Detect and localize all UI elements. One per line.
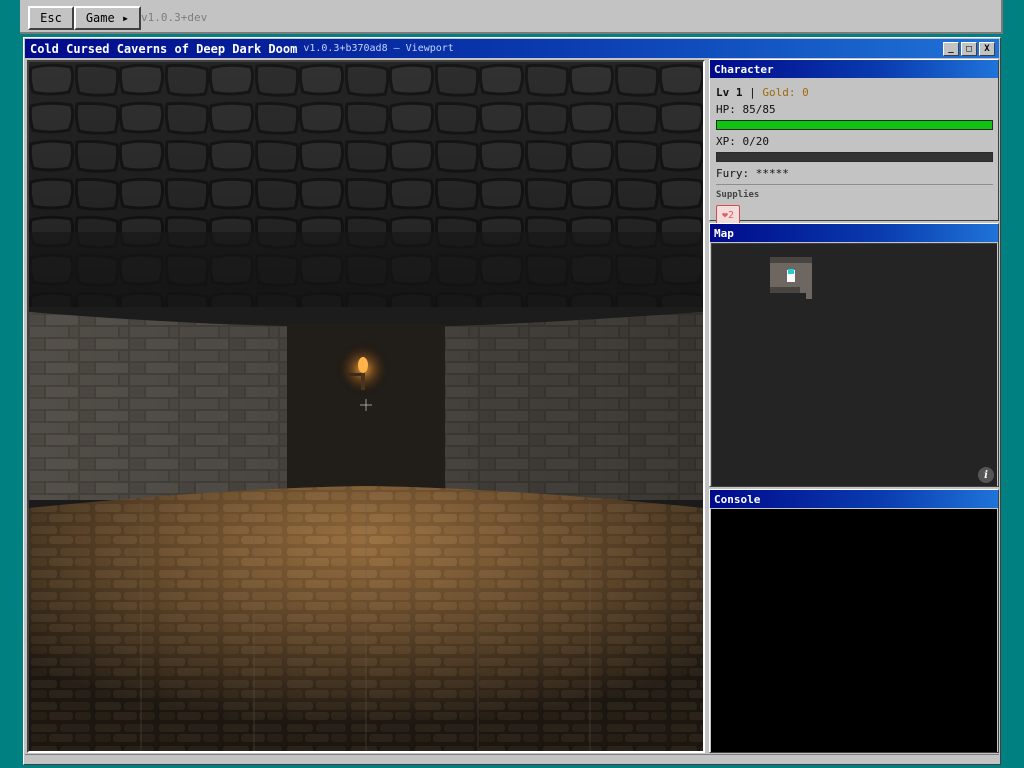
close-button[interactable]: X — [979, 42, 995, 56]
hp-bar-fill — [717, 121, 992, 129]
level-gold-row: Lv 1 | Gold: 0 — [716, 84, 992, 101]
xp-bar — [716, 152, 993, 162]
map-panel: Map i — [709, 223, 999, 487]
window-subtitle: v1.0.3+b370ad8 — Viewport — [303, 43, 454, 54]
level-label: Lv 1 — [716, 86, 743, 99]
xp-label: XP: 0/20 — [716, 135, 769, 148]
version-label: v1.0.3+dev — [141, 11, 208, 24]
character-panel: Character Lv 1 | Gold: 0 HP: 85/85 XP: 0… — [709, 59, 999, 226]
console-panel-header: Console — [710, 490, 998, 508]
dungeon-viewport[interactable] — [27, 60, 705, 753]
game-menu-button[interactable]: Game ▸ — [74, 6, 141, 30]
gold-label: Gold: 0 — [762, 86, 809, 99]
fury-label: Fury: ***** — [716, 167, 789, 180]
console-output[interactable] — [711, 509, 997, 752]
window-controls: _ □ X — [943, 42, 995, 56]
dungeon-scene — [29, 62, 703, 751]
window-titlebar[interactable]: Cold Cursed Caverns of Deep Dark Doom v1… — [25, 39, 999, 58]
esc-button[interactable]: Esc — [28, 6, 74, 30]
map-panel-header: Map — [710, 224, 998, 242]
console-panel: Console — [709, 489, 999, 753]
supplies-label: Supplies — [716, 189, 760, 200]
hp-label: HP: 85/85 — [716, 103, 776, 116]
minimize-button[interactable]: _ — [943, 42, 959, 56]
maximize-button[interactable]: □ — [961, 42, 977, 56]
minimap-drawing — [770, 257, 812, 299]
stat-separator: | — [749, 86, 756, 99]
supplies-divider — [716, 184, 993, 185]
hp-bar — [716, 120, 993, 130]
window-title: Cold Cursed Caverns of Deep Dark Doom — [30, 41, 298, 56]
status-bar — [25, 754, 999, 763]
menu-bar: Esc Game ▸ v1.0.3+dev — [20, 0, 1003, 34]
character-panel-header: Character — [710, 60, 998, 78]
minimap[interactable]: i — [711, 243, 997, 486]
info-icon[interactable]: i — [978, 467, 994, 483]
game-window: Cold Cursed Caverns of Deep Dark Doom v1… — [23, 37, 1001, 765]
